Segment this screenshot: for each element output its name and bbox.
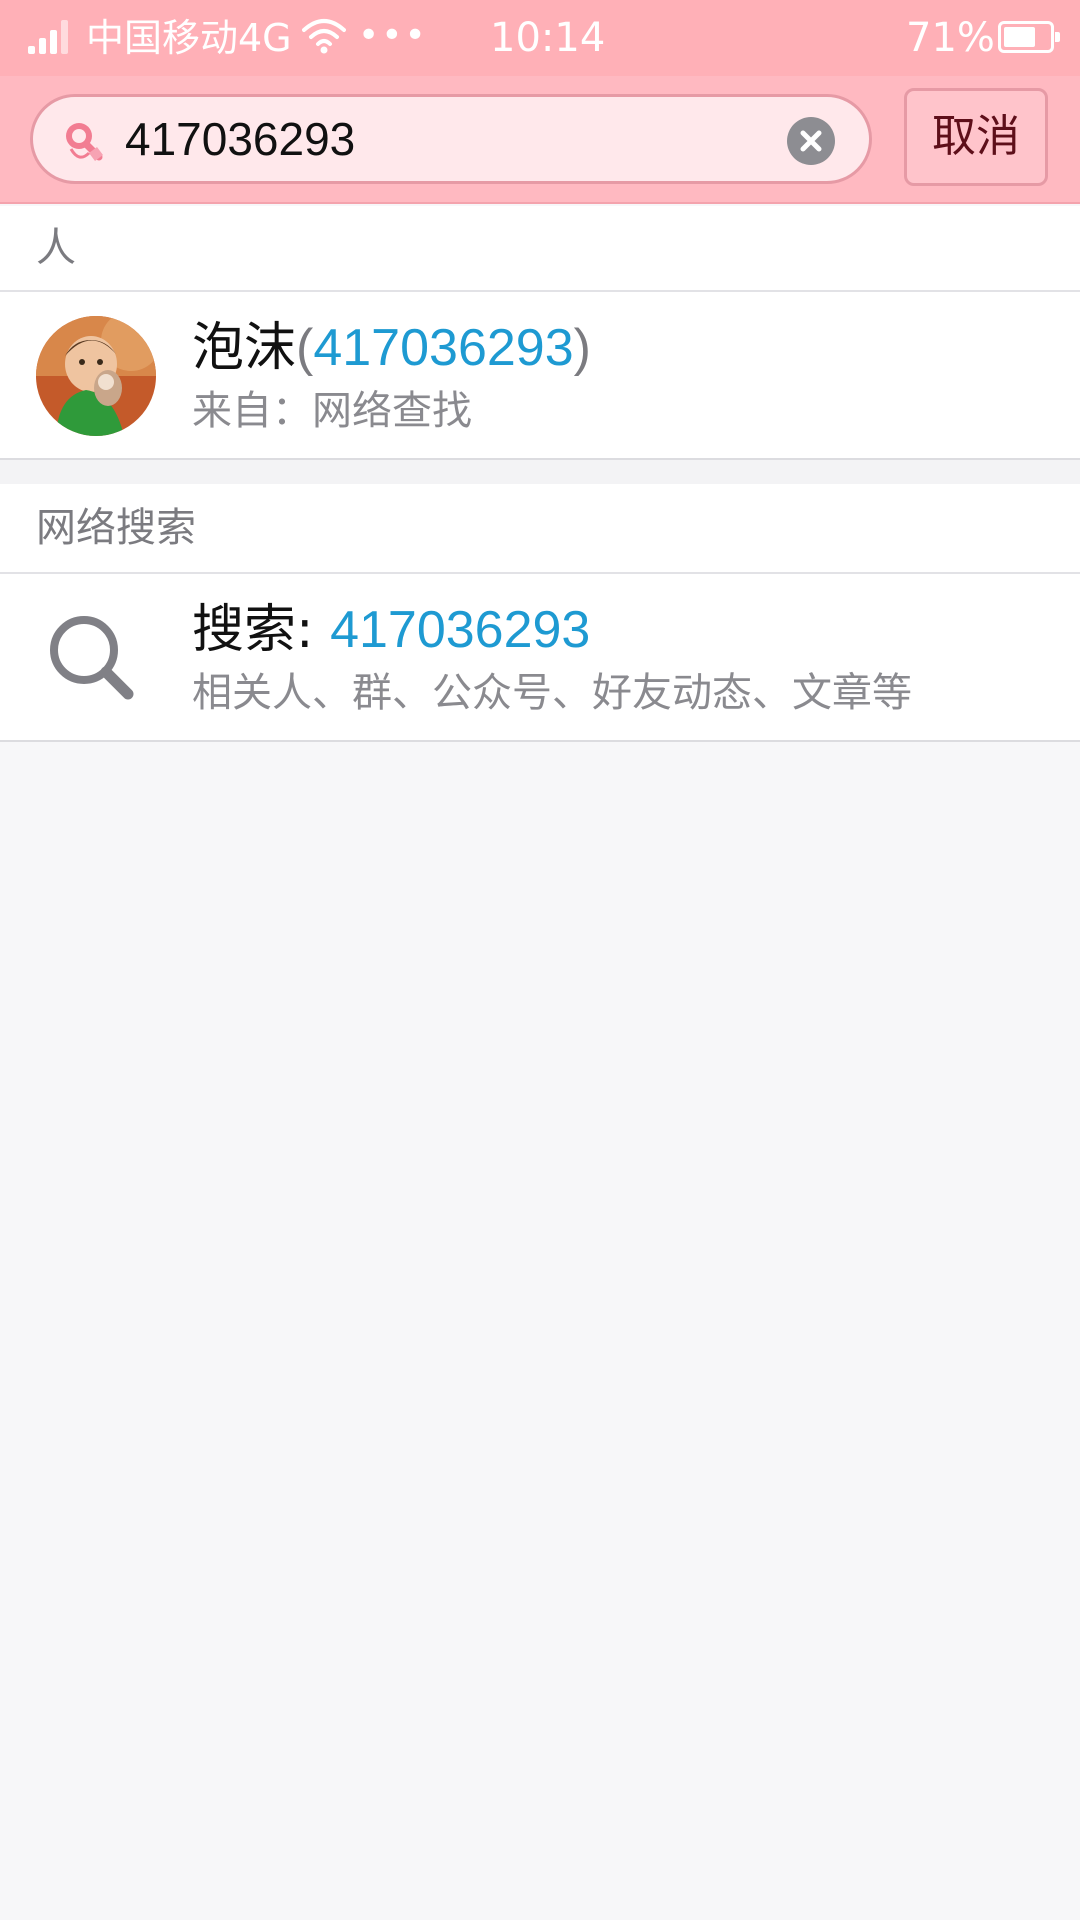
person-title: 泡沫(417036293)	[192, 316, 591, 380]
search-input[interactable]	[125, 107, 785, 171]
clock: 10:14	[490, 15, 606, 61]
close-icon	[800, 130, 822, 152]
section-title: 人	[36, 225, 76, 271]
person-result-row[interactable]: 泡沫(417036293) 来自：网络查找	[0, 292, 1080, 460]
person-name: 泡沫	[192, 318, 297, 378]
battery-fill	[1004, 27, 1036, 47]
section-header-people: 人	[0, 206, 1080, 292]
paren-close: )	[573, 319, 591, 377]
battery-nub	[1055, 32, 1060, 42]
search-icon	[50, 616, 134, 700]
section-header-web-search: 网络搜索	[0, 484, 1080, 574]
signal-strength-icon	[28, 20, 76, 54]
battery-percent: 71%	[906, 15, 995, 61]
cancel-button[interactable]: 取消	[904, 88, 1048, 186]
clear-search-button[interactable]	[787, 117, 835, 165]
web-search-row[interactable]: 搜索: 417036293 相关人、群、公众号、好友动态、文章等	[0, 574, 1080, 742]
avatar	[36, 316, 156, 436]
more-dots-icon: •••	[358, 15, 428, 56]
web-search-prefix: 搜索:	[192, 600, 314, 660]
section-title: 网络搜索	[36, 505, 196, 551]
web-search-description: 相关人、群、公众号、好友动态、文章等	[192, 670, 912, 716]
search-header: 取消	[0, 76, 1080, 204]
web-search-title: 搜索: 417036293	[192, 598, 590, 662]
paren-open: (	[296, 319, 314, 377]
person-source: 来自：网络查找	[192, 388, 472, 434]
search-box[interactable]	[30, 94, 872, 184]
web-search-query: 417036293	[330, 601, 591, 659]
person-qq-number: 417036293	[313, 319, 574, 377]
carrier-label: 中国移动4G	[86, 16, 292, 60]
status-bar: 中国移动4G ••• 10:14 71%	[0, 0, 1080, 76]
wifi-icon	[302, 19, 346, 54]
qq-search-icon	[66, 123, 103, 161]
battery-icon	[998, 21, 1060, 53]
section-divider	[0, 460, 1080, 484]
